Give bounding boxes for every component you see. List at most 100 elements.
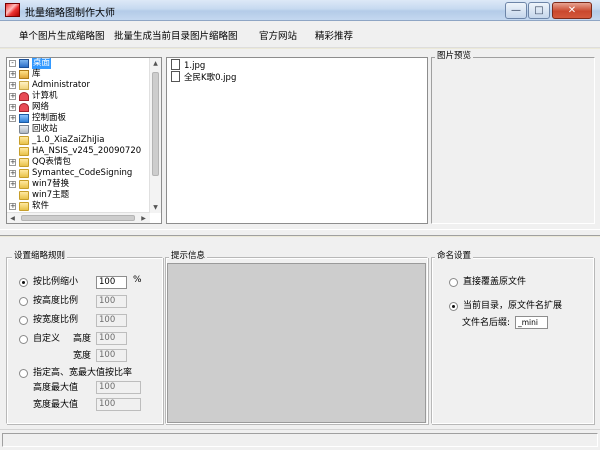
file-item[interactable]: 全民K歌0.jpg: [171, 71, 236, 83]
title-bar: 批量缩略图制作大师 — □ ✕: [0, 0, 600, 21]
file-name: 全民K歌0.jpg: [184, 73, 237, 83]
folder-icon: [19, 158, 29, 167]
tree-item-label: 回收站: [32, 124, 58, 134]
splitter[interactable]: [0, 229, 600, 236]
file-icon: [171, 71, 180, 82]
tree-item-label: 控制面板: [32, 113, 67, 123]
minimize-button[interactable]: —: [505, 2, 527, 19]
image-preview-panel: [431, 57, 595, 224]
maximize-button[interactable]: □: [528, 2, 550, 19]
input-custom-height[interactable]: 100: [96, 332, 127, 345]
window-title: 批量缩略图制作大师: [25, 8, 115, 19]
label-height-ratio: 按高度比例: [33, 296, 79, 306]
tree-item-label: HA_NSIS_v245_20090720: [32, 146, 142, 156]
menu-bar: 单个图片生成缩略图 批量生成当前目录图片缩略图 官方网站 精彩推荐: [0, 21, 600, 48]
scroll-thumb-horizontal[interactable]: [21, 215, 135, 221]
control-panel-icon: [19, 114, 29, 123]
label-extend-name: 当前目录，原文件名扩展: [463, 301, 563, 311]
scroll-down-icon[interactable]: ▼: [150, 202, 161, 213]
radio-height-ratio[interactable]: [19, 297, 28, 306]
file-name: 1.jpg: [184, 61, 206, 71]
scroll-up-icon[interactable]: ▲: [150, 58, 161, 69]
tree-item-label: win7替换: [32, 179, 70, 189]
tree-expander-icon[interactable]: -: [9, 60, 16, 67]
input-scale-ratio[interactable]: 100: [96, 276, 127, 289]
tree-expander-icon[interactable]: +: [9, 93, 16, 100]
label-custom-height: 高度: [73, 334, 92, 344]
file-icon: [171, 59, 180, 70]
radio-overwrite[interactable]: [449, 278, 458, 287]
rules-title: 设置缩略规则: [12, 251, 68, 262]
tree-expander-icon[interactable]: +: [9, 71, 16, 78]
menu-batch-thumbnail[interactable]: 批量生成当前目录图片缩略图: [114, 28, 238, 42]
scroll-left-icon[interactable]: ◀: [7, 213, 18, 223]
label-width-ratio: 按宽度比例: [33, 315, 79, 325]
label-scale-ratio: 按比例缩小: [33, 277, 79, 287]
folder-icon: [19, 202, 29, 211]
folder-tree[interactable]: - 桌面 + 库 + Administrator + 计算机 + 网络 + 控制面板 回收站 _1.0_X…: [6, 57, 162, 224]
radio-max-ratio[interactable]: [19, 369, 28, 378]
tree-item-label: 网络: [32, 102, 50, 112]
tree-expander-icon[interactable]: +: [9, 115, 16, 122]
folder-icon: [19, 147, 29, 156]
file-list[interactable]: 1.jpg 全民K歌0.jpg: [166, 57, 428, 224]
tree-items: - 桌面 + 库 + Administrator + 计算机 + 网络 + 控制面板 回收站 _1.0_X…: [7, 58, 150, 213]
tree-expander-icon[interactable]: +: [9, 159, 16, 166]
folder-icon: [19, 191, 29, 200]
computer-icon: [19, 92, 29, 101]
tree-item-label: win7主题: [32, 190, 70, 200]
input-custom-width[interactable]: 100: [96, 349, 127, 362]
naming-title: 命名设置: [435, 251, 474, 262]
tree-expander-icon[interactable]: +: [9, 181, 16, 188]
label-custom: 自定义: [33, 334, 61, 344]
user-folder-icon: [19, 81, 29, 90]
tree-item-label: 桌面: [32, 58, 52, 69]
label-max-height: 高度最大值: [33, 383, 79, 393]
tree-expander-icon[interactable]: +: [9, 203, 16, 210]
input-width-ratio[interactable]: 100: [96, 314, 127, 327]
file-item[interactable]: 1.jpg: [171, 59, 205, 71]
radio-custom[interactable]: [19, 335, 28, 344]
label-custom-width: 宽度: [73, 351, 92, 361]
menu-single-thumbnail[interactable]: 单个图片生成缩略图: [19, 28, 105, 42]
input-max-width[interactable]: 100: [96, 398, 141, 411]
info-text-area[interactable]: [167, 263, 426, 423]
radio-extend-name[interactable]: [449, 302, 458, 311]
tree-item-label: _1.0_XiaZaiZhiJia: [32, 135, 105, 145]
tree-expander-icon[interactable]: +: [9, 82, 16, 89]
desktop-icon: [19, 59, 29, 68]
menu-official-site[interactable]: 官方网站: [259, 28, 297, 42]
status-bar: [0, 429, 600, 450]
label-max-width: 宽度最大值: [33, 400, 79, 410]
input-max-height[interactable]: 100: [96, 381, 141, 394]
radio-width-ratio[interactable]: [19, 316, 28, 325]
tree-item-label: Administrator: [32, 80, 90, 90]
tree-item-label: 计算机: [32, 91, 58, 101]
app-icon: [5, 3, 20, 17]
label-overwrite: 直接覆盖原文件: [463, 277, 527, 287]
tree-expander-icon[interactable]: +: [9, 104, 16, 111]
tree-horizontal-scrollbar[interactable]: ◀ ▶: [7, 212, 150, 223]
preview-title: 图片预览: [435, 51, 474, 62]
status-field: [2, 433, 598, 447]
tree-vertical-scrollbar[interactable]: ▲ ▼: [149, 58, 161, 213]
scroll-right-icon[interactable]: ▶: [138, 213, 149, 223]
input-suffix[interactable]: _mini: [515, 316, 548, 329]
folder-icon: [19, 169, 29, 178]
scroll-thumb-vertical[interactable]: [152, 72, 159, 176]
close-button[interactable]: ✕: [552, 2, 592, 19]
tree-item-label: Symantec_CodeSigning: [32, 168, 133, 178]
tree-item-label: QQ表情包: [32, 157, 71, 167]
label-max-ratio: 指定高、宽最大值按比率: [33, 368, 133, 378]
recycle-bin-icon: [19, 125, 29, 134]
info-title: 提示信息: [169, 251, 208, 262]
input-height-ratio[interactable]: 100: [96, 295, 127, 308]
library-icon: [19, 70, 29, 79]
folder-icon: [19, 180, 29, 189]
menu-recommend[interactable]: 精彩推荐: [315, 28, 353, 42]
label-percent: %: [133, 275, 142, 285]
radio-scale-ratio[interactable]: [19, 278, 28, 287]
label-suffix: 文件名后缀:: [462, 318, 511, 328]
folder-icon: [19, 136, 29, 145]
tree-expander-icon[interactable]: +: [9, 170, 16, 177]
